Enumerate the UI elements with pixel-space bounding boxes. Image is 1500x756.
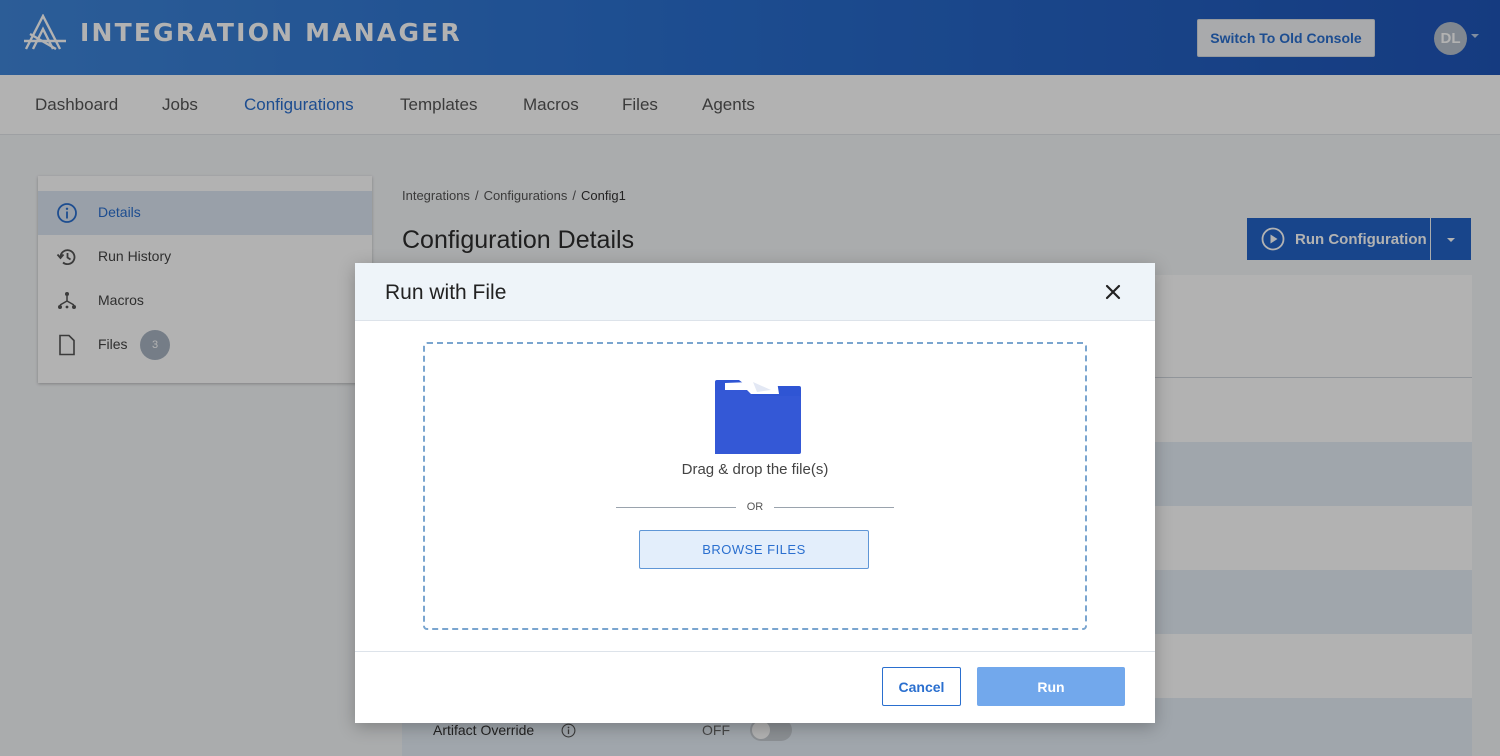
divider xyxy=(774,507,894,508)
cancel-button[interactable]: Cancel xyxy=(882,667,961,706)
dialog-title: Run with File xyxy=(385,281,507,304)
run-with-file-dialog: Run with File Drag & drop the file(s) OR… xyxy=(355,263,1155,723)
close-icon[interactable] xyxy=(1101,280,1125,304)
folder-icon xyxy=(715,380,801,454)
file-dropzone[interactable]: Drag & drop the file(s) OR BROWSE FILES xyxy=(423,342,1087,630)
divider xyxy=(616,507,736,508)
divider xyxy=(355,651,1155,652)
browse-files-button[interactable]: BROWSE FILES xyxy=(639,530,869,569)
or-separator: OR xyxy=(746,501,764,513)
dialog-header: Run with File xyxy=(355,263,1155,321)
run-button[interactable]: Run xyxy=(977,667,1125,706)
drop-instructions: Drag & drop the file(s) xyxy=(681,461,829,478)
